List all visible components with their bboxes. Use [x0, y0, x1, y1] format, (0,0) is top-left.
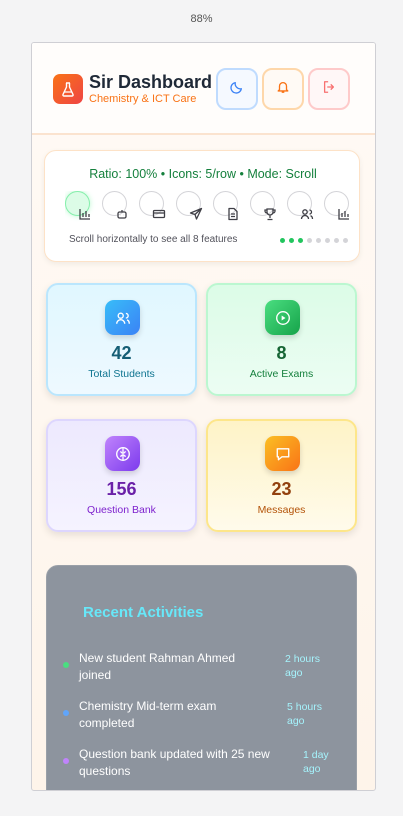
pagination-dot[interactable] — [298, 238, 303, 243]
pagination-dot[interactable] — [307, 238, 312, 243]
trophy-icon — [264, 208, 276, 221]
flask-logo-icon — [53, 74, 83, 104]
card-icon — [152, 209, 166, 219]
stat-card-question-bank[interactable]: 156 Question Bank — [46, 419, 197, 532]
features-panel: Ratio: 100% • Icons: 5/row • Mode: Scrol… — [44, 150, 360, 262]
stat-label: Total Students — [88, 368, 155, 380]
features-hint: Scroll horizontally to see all 8 feature… — [69, 234, 238, 245]
pagination-dot[interactable] — [289, 238, 294, 243]
pagination-dot[interactable] — [325, 238, 330, 243]
features-status: Ratio: 100% • Icons: 5/row • Mode: Scrol… — [89, 167, 317, 181]
stat-card-messages[interactable]: 23 Messages — [206, 419, 357, 532]
stat-label: Active Exams — [249, 368, 314, 380]
app-frame: Sir Dashboard Chemistry & ICT Care Ratio… — [31, 42, 376, 791]
stat-label: Messages — [257, 504, 306, 516]
logout-icon — [322, 80, 336, 99]
app-title: Sir Dashboard — [89, 72, 213, 92]
activity-bullet — [63, 710, 69, 716]
recent-activities-title: Recent Activities — [83, 604, 204, 621]
activity-text: New student Rahman Ahmed joined — [79, 651, 236, 682]
stat-value: 8 — [276, 343, 287, 363]
activity-bullet — [63, 758, 69, 764]
zoom-level: 88% — [190, 13, 213, 25]
pagination-dot[interactable] — [316, 238, 321, 243]
features-scroller[interactable] — [65, 191, 357, 231]
logout-button[interactable] — [308, 68, 350, 110]
bell-icon — [276, 80, 290, 99]
stat-value: 156 — [106, 479, 137, 499]
app-subtitle: Chemistry & ICT Care — [89, 93, 197, 105]
chart-icon — [338, 209, 349, 220]
chart-icon — [79, 209, 90, 220]
pagination-dot[interactable] — [343, 238, 348, 243]
pagination-dot[interactable] — [280, 238, 285, 243]
recent-activities-panel: Recent Activities New student Rahman Ahm… — [46, 565, 357, 790]
send-icon — [189, 207, 203, 220]
activity-bullet — [63, 662, 69, 668]
document-icon — [228, 207, 238, 221]
notifications-button[interactable] — [262, 68, 304, 110]
moon-icon — [230, 80, 244, 99]
header: Sir Dashboard Chemistry & ICT Care — [32, 43, 375, 135]
stat-card-active-exams[interactable]: 8 Active Exams — [206, 283, 357, 396]
stat-label: Question Bank — [87, 504, 156, 516]
activity-time: 5 hours ago — [287, 701, 323, 727]
users-icon — [300, 209, 314, 220]
activity-text: Question bank updated with 25 new questi… — [79, 747, 270, 778]
stat-card-total-students[interactable]: 42 Total Students — [46, 283, 197, 396]
brain-icon — [105, 436, 140, 471]
theme-toggle-button[interactable] — [216, 68, 258, 110]
stat-value: 42 — [111, 343, 132, 363]
activity-time: 2 hours ago — [285, 653, 321, 679]
stat-value: 23 — [271, 479, 292, 499]
play-icon — [265, 300, 300, 335]
activity-time: 1 day ago — [303, 749, 329, 775]
message-icon — [265, 436, 300, 471]
pagination-dot[interactable] — [334, 238, 339, 243]
robot-icon — [117, 210, 127, 219]
activity-text: Chemistry Mid-term exam completed — [79, 699, 217, 730]
users-icon — [105, 300, 140, 335]
